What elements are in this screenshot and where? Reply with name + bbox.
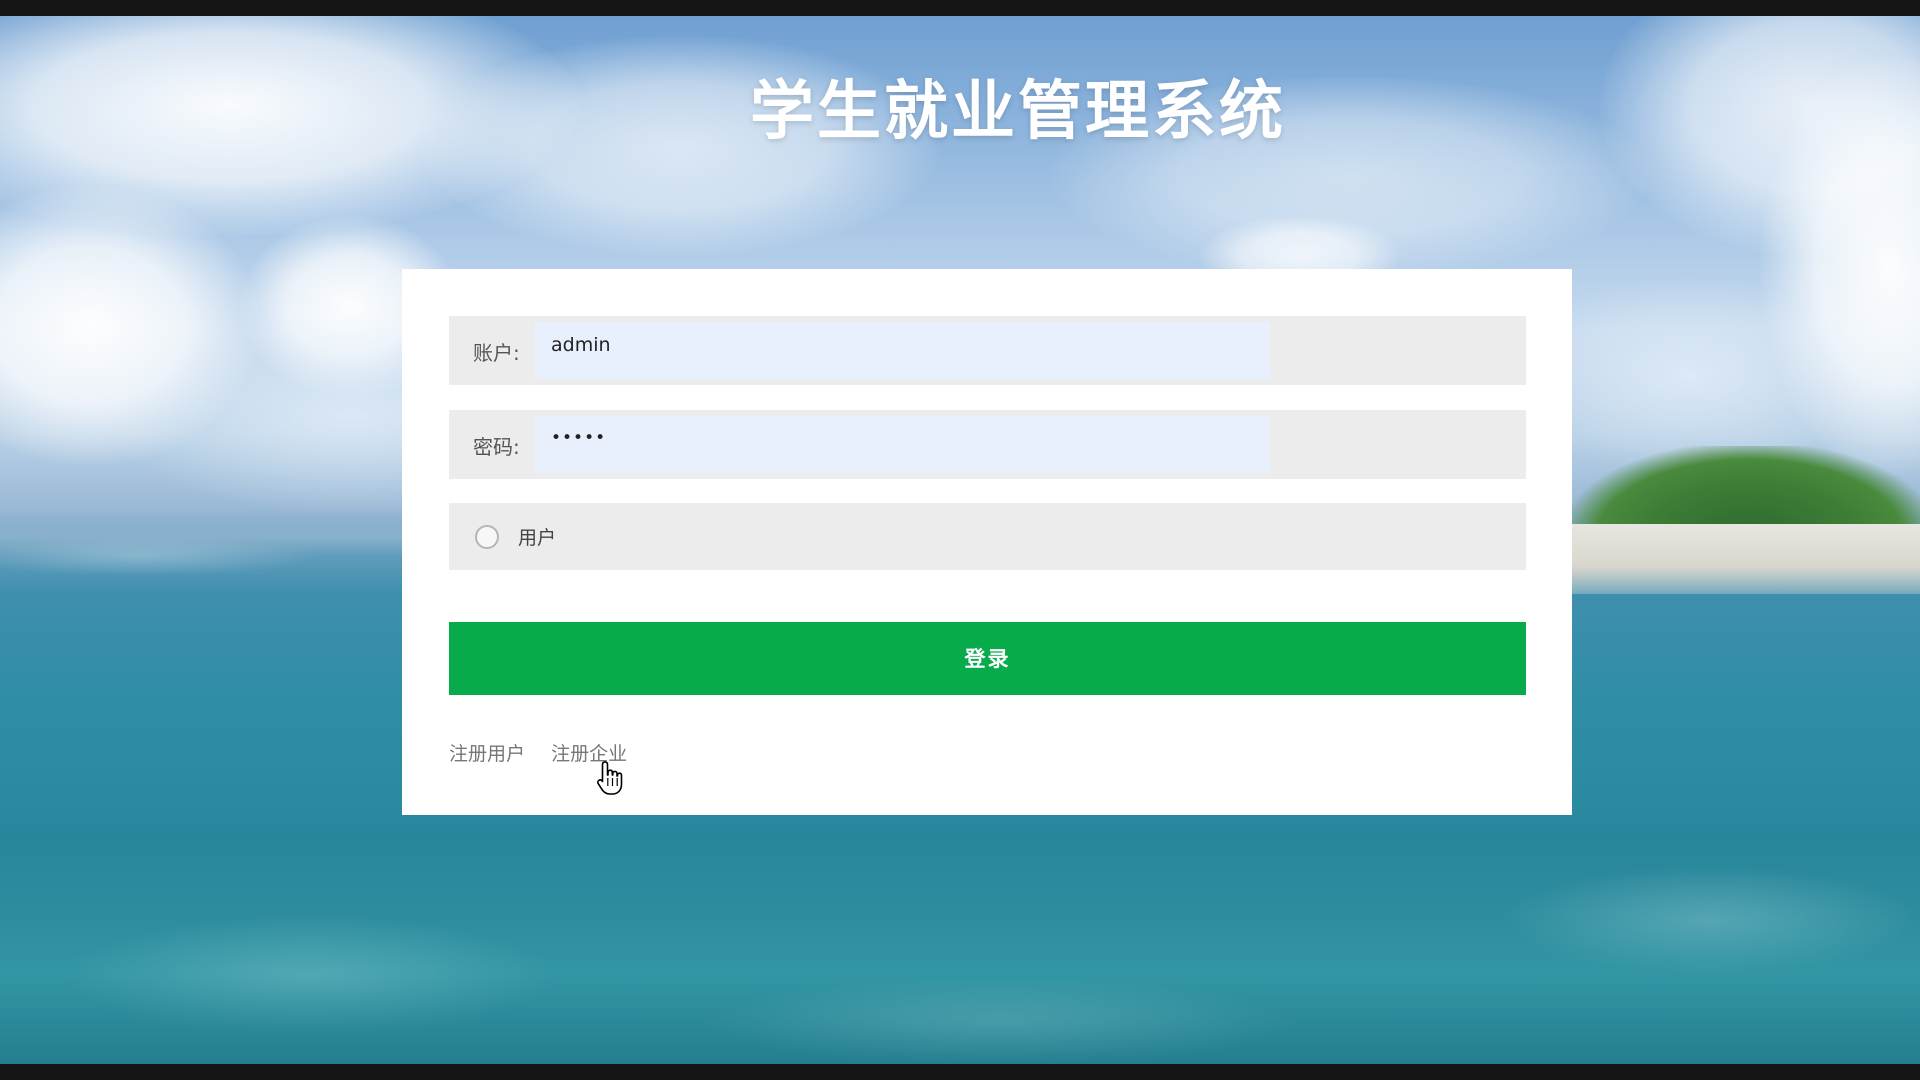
page-title: 学生就业管理系统 bbox=[750, 75, 1286, 149]
account-row: 账户: admin bbox=[449, 316, 1526, 385]
register-user-link[interactable]: 注册用户 bbox=[449, 739, 525, 766]
password-label: 密码: bbox=[473, 435, 520, 459]
letterbox-bottom bbox=[0, 1064, 1920, 1080]
login-card: 账户: admin 密码: ••••• 用户 登录 注册用户 注册企业 bbox=[402, 269, 1572, 815]
account-label: 账户: bbox=[473, 341, 520, 365]
role-row: 用户 bbox=[449, 503, 1526, 570]
role-option-label[interactable]: 用户 bbox=[518, 503, 556, 570]
password-input[interactable]: ••••• bbox=[535, 416, 1270, 473]
island-beach bbox=[1560, 524, 1920, 594]
radio-unchecked-icon[interactable] bbox=[475, 525, 499, 549]
shallow-water bbox=[0, 836, 1920, 1064]
login-button[interactable]: 登录 bbox=[449, 622, 1526, 695]
account-input[interactable]: admin bbox=[535, 322, 1270, 379]
password-row: 密码: ••••• bbox=[449, 410, 1526, 479]
hand-pointer-icon bbox=[597, 761, 623, 795]
water-ripple bbox=[0, 536, 320, 576]
island-trees bbox=[1570, 446, 1920, 536]
letterbox-top bbox=[0, 0, 1920, 16]
